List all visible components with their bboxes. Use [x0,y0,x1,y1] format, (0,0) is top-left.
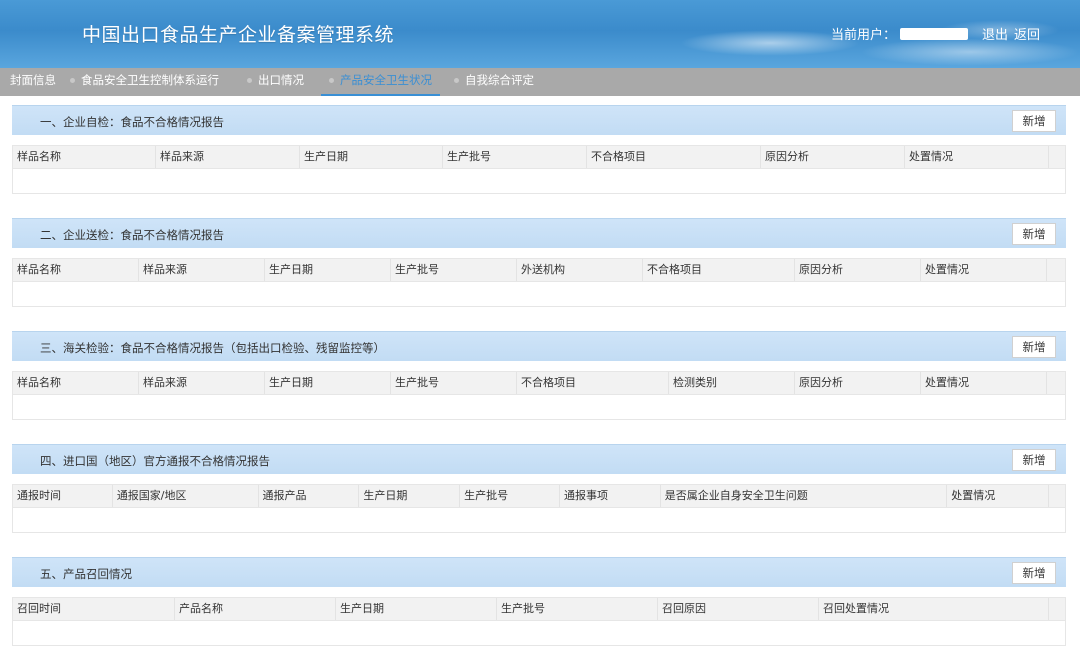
add-button[interactable]: 新增 [1012,336,1056,358]
column-header[interactable]: 生产日期 [300,146,443,168]
column-spacer [1049,598,1065,620]
column-header[interactable]: 样品名称 [13,372,139,394]
section-title: 四、进口国（地区）官方通报不合格情况报告 [40,454,270,468]
section-outsourced-inspection: 二、企业送检：食品不合格情况报告 新增 样品名称 样品来源 生产日期 生产批号 … [12,218,1066,307]
tab-control-system[interactable]: 食品安全卫生控制体系运行 [70,68,219,96]
column-header[interactable]: 通报时间 [13,485,113,507]
table-header-row: 样品名称 样品来源 生产日期 生产批号 不合格项目 原因分析 处置情况 [12,145,1066,169]
app-title: 中国出口食品生产企业备案管理系统 [82,24,395,46]
tab-self-assessment[interactable]: 自我综合评定 [454,68,534,96]
tab-bullet-icon [454,78,459,83]
section-product-recall: 五、产品召回情况 新增 召回时间 产品名称 生产日期 生产批号 召回原因 召回处… [12,557,1066,646]
column-header[interactable]: 原因分析 [795,259,921,281]
tab-bullet-icon [329,78,334,83]
section-header: 二、企业送检：食品不合格情况报告 新增 [12,218,1066,248]
logout-link[interactable]: 退出 [982,24,1008,43]
table-header-row: 召回时间 产品名称 生产日期 生产批号 召回原因 召回处置情况 [12,597,1066,621]
column-header[interactable]: 生产批号 [443,146,587,168]
add-button[interactable]: 新增 [1012,449,1056,471]
tab-label: 自我综合评定 [465,73,534,87]
column-header[interactable]: 样品来源 [139,372,265,394]
table-header-row: 通报时间 通报国家/地区 通报产品 生产日期 生产批号 通报事项 是否属企业自身… [12,484,1066,508]
current-user-label: 当前用户： [830,28,896,43]
column-header[interactable]: 外送机构 [517,259,643,281]
section-official-notification: 四、进口国（地区）官方通报不合格情况报告 新增 通报时间 通报国家/地区 通报产… [12,444,1066,533]
column-header[interactable]: 生产批号 [391,372,517,394]
section-title: 三、海关检验：食品不合格情况报告（包括出口检验、残留监控等） [40,341,385,355]
column-header[interactable]: 不合格项目 [643,259,795,281]
table-row [12,508,1066,533]
section-title: 五、产品召回情况 [40,567,132,581]
column-header[interactable]: 样品来源 [139,259,265,281]
section-header: 三、海关检验：食品不合格情况报告（包括出口检验、残留监控等） 新增 [12,331,1066,361]
column-spacer [1047,259,1063,281]
column-header[interactable]: 是否属企业自身安全卫生问题 [661,485,948,507]
table-row [12,282,1066,307]
section-header: 四、进口国（地区）官方通报不合格情况报告 新增 [12,444,1066,474]
column-spacer [1049,146,1065,168]
column-header[interactable]: 生产日期 [336,598,497,620]
tab-label: 产品安全卫生状况 [340,73,432,87]
tab-label: 食品安全卫生控制体系运行 [81,73,219,87]
column-header[interactable]: 通报国家/地区 [113,485,259,507]
back-link[interactable]: 返回 [1014,24,1040,43]
column-header[interactable]: 生产日期 [265,372,391,394]
column-header[interactable]: 生产批号 [497,598,658,620]
column-header[interactable]: 不合格项目 [587,146,761,168]
column-header[interactable]: 召回处置情况 [819,598,1049,620]
table-header-row: 样品名称 样品来源 生产日期 生产批号 外送机构 不合格项目 原因分析 处置情况 [12,258,1066,282]
column-header[interactable]: 生产批号 [391,259,517,281]
column-header[interactable]: 通报产品 [259,485,360,507]
table-row [12,169,1066,194]
section-header: 五、产品召回情况 新增 [12,557,1066,587]
column-header[interactable]: 检测类别 [669,372,795,394]
section-self-inspection: 一、企业自检：食品不合格情况报告 新增 样品名称 样品来源 生产日期 生产批号 … [12,105,1066,194]
add-button[interactable]: 新增 [1012,110,1056,132]
user-area: 当前用户： 退出 返回 [831,24,1040,43]
tab-export-status[interactable]: 出口情况 [247,68,304,96]
column-header[interactable]: 召回原因 [658,598,819,620]
column-spacer [1047,372,1063,394]
tab-label: 出口情况 [258,73,304,87]
column-header[interactable]: 样品来源 [156,146,300,168]
add-button[interactable]: 新增 [1012,223,1056,245]
column-header[interactable]: 处置情况 [921,372,1047,394]
section-title: 二、企业送检：食品不合格情况报告 [40,228,224,242]
column-header[interactable]: 样品名称 [13,259,139,281]
column-header[interactable]: 原因分析 [761,146,905,168]
table-header-row: 样品名称 样品来源 生产日期 生产批号 不合格项目 检测类别 原因分析 处置情况 [12,371,1066,395]
column-header[interactable]: 样品名称 [13,146,156,168]
column-header[interactable]: 生产批号 [460,485,560,507]
tab-bullet-icon [247,78,252,83]
column-header[interactable]: 生产日期 [265,259,391,281]
column-header[interactable]: 生产日期 [359,485,461,507]
section-customs-inspection: 三、海关检验：食品不合格情况报告（包括出口检验、残留监控等） 新增 样品名称 样… [12,331,1066,420]
tab-cover-info[interactable]: 封面信息 [10,68,56,96]
top-nav: 封面信息 食品安全卫生控制体系运行 出口情况 产品安全卫生状况 自我综合评定 [0,68,1080,96]
tab-bullet-icon [70,78,75,83]
column-header[interactable]: 通报事项 [560,485,661,507]
table-row [12,395,1066,420]
column-header[interactable]: 原因分析 [795,372,921,394]
column-header[interactable]: 不合格项目 [517,372,669,394]
column-header[interactable]: 召回时间 [13,598,175,620]
column-spacer [1049,485,1065,507]
column-header[interactable]: 处置情况 [921,259,1047,281]
section-header: 一、企业自检：食品不合格情况报告 新增 [12,105,1066,135]
column-header[interactable]: 产品名称 [175,598,336,620]
column-header[interactable]: 处置情况 [905,146,1049,168]
add-button[interactable]: 新增 [1012,562,1056,584]
column-header[interactable]: 处置情况 [947,485,1050,507]
section-title: 一、企业自检：食品不合格情况报告 [40,115,224,129]
tab-product-safety[interactable]: 产品安全卫生状况 [321,68,440,96]
table-row [12,621,1066,646]
app-header: 中国出口食品生产企业备案管理系统 当前用户： 退出 返回 [0,0,1080,68]
redacted-username [899,27,968,40]
tab-label: 封面信息 [10,73,56,87]
